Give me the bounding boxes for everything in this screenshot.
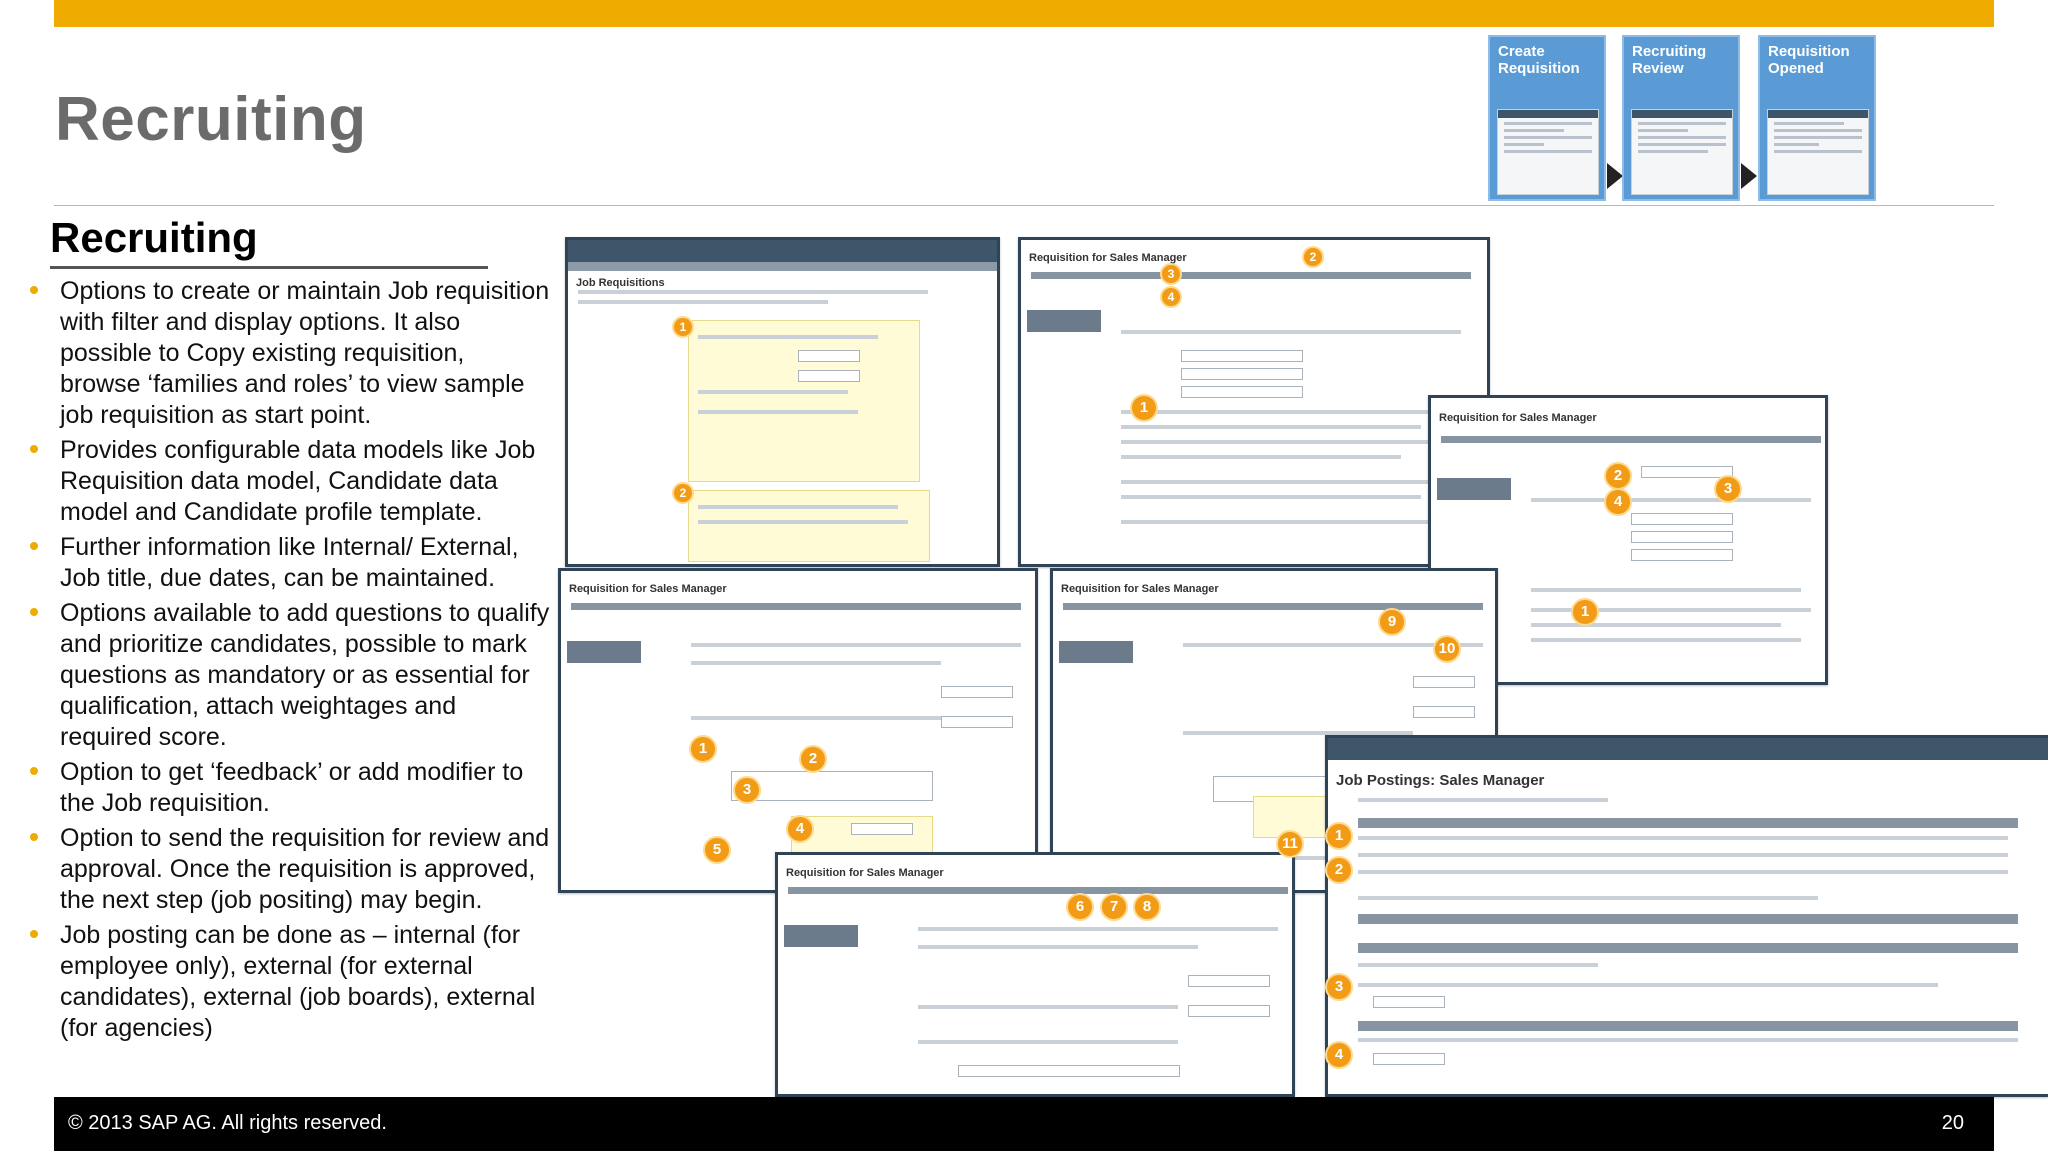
screenshot-title: Job Postings: Sales Manager [1336, 772, 1545, 789]
callout-badge: 1 [1130, 394, 1158, 422]
callout-badge: 4 [1325, 1041, 1353, 1069]
screenshot-title: Requisition for Sales Manager [786, 867, 944, 879]
screenshot-job-requisitions: Job Requisitions [565, 237, 1000, 567]
page-title: Recruiting [55, 85, 367, 154]
step-label: Requisition Opened [1768, 43, 1850, 77]
bullet-item: Job posting can be done as – internal (f… [30, 920, 550, 1044]
callout-badge: 11 [1276, 830, 1304, 858]
step-create-requisition: Create Requisition [1488, 35, 1606, 201]
bullet-dot-icon [30, 286, 38, 294]
bullet-item: Options available to add questions to qu… [30, 598, 550, 753]
copyright-text: © 2013 SAP AG. All rights reserved. [68, 1112, 387, 1134]
callout-badge: 2 [1604, 462, 1632, 490]
callout-badge: 5 [703, 836, 731, 864]
bullet-dot-icon [30, 767, 38, 775]
section-underline [50, 266, 488, 269]
screenshot-requisition-3: Requisition for Sales Manager [558, 568, 1038, 893]
top-accent-bar [54, 0, 1994, 27]
callout-badge: 1 [672, 316, 694, 338]
callout-badge: 1 [1325, 822, 1353, 850]
step-label: Recruiting Review [1632, 43, 1707, 77]
callout-badge: 2 [1325, 856, 1353, 884]
screenshot-title: Requisition for Sales Manager [1061, 583, 1219, 595]
callout-badge: 3 [1160, 263, 1182, 285]
step-thumbnail [1497, 109, 1599, 195]
bullet-dot-icon [30, 542, 38, 550]
bullet-dot-icon [30, 930, 38, 938]
section-heading: Recruiting [50, 214, 258, 261]
bullet-item: Provides configurable data models like J… [30, 435, 550, 528]
callout-badge: 3 [1325, 973, 1353, 1001]
bullet-item: Further information like Internal/ Exter… [30, 532, 550, 594]
bullet-dot-icon [30, 445, 38, 453]
step-thumbnail [1767, 109, 1869, 195]
bullet-item: Options to create or maintain Job requis… [30, 276, 550, 431]
screenshot-title: Requisition for Sales Manager [569, 583, 727, 595]
callout-badge: 3 [733, 776, 761, 804]
screenshot-requisition-1: Requisition for Sales Manager [1018, 237, 1490, 567]
bullet-dot-icon [30, 833, 38, 841]
callout-badge: 2 [799, 745, 827, 773]
step-label: Create Requisition [1498, 43, 1580, 77]
screenshot-title: Requisition for Sales Manager [1029, 252, 1187, 264]
process-steps: Create Requisition Recruiting Review Req… [1488, 35, 1878, 205]
callout-badge: 7 [1100, 893, 1128, 921]
callout-badge: 3 [1714, 475, 1742, 503]
bullet-item: Option to send the requisition for revie… [30, 823, 550, 916]
header-divider [54, 205, 1994, 206]
callout-badge: 4 [1604, 488, 1632, 516]
step-requisition-opened: Requisition Opened [1758, 35, 1876, 201]
arrow-right-icon [1607, 163, 1623, 189]
callout-badge: 1 [1571, 598, 1599, 626]
callout-badge: 6 [1066, 893, 1094, 921]
callout-badge: 10 [1433, 635, 1461, 663]
step-recruiting-review: Recruiting Review [1622, 35, 1740, 201]
callout-badge: 4 [1160, 286, 1182, 308]
callout-badge: 9 [1378, 608, 1406, 636]
callout-badge: 2 [672, 482, 694, 504]
callout-badge: 2 [1302, 246, 1324, 268]
screenshot-job-postings: Job Postings: Sales Manager [1325, 735, 2048, 1097]
bullet-item: Option to get ‘feedback’ or add modifier… [30, 757, 550, 819]
bullet-list: Options to create or maintain Job requis… [30, 276, 550, 1048]
screenshot-requisition-5: Requisition for Sales Manager [775, 852, 1295, 1097]
footer: © 2013 SAP AG. All rights reserved. 20 [54, 1097, 1994, 1151]
screenshot-title: Requisition for Sales Manager [1439, 412, 1597, 424]
callout-badge: 8 [1133, 893, 1161, 921]
step-thumbnail [1631, 109, 1733, 195]
bullet-dot-icon [30, 608, 38, 616]
callout-badge: 4 [786, 815, 814, 843]
page-number: 20 [1941, 1112, 1964, 1134]
callout-badge: 1 [689, 735, 717, 763]
arrow-right-icon [1741, 163, 1757, 189]
